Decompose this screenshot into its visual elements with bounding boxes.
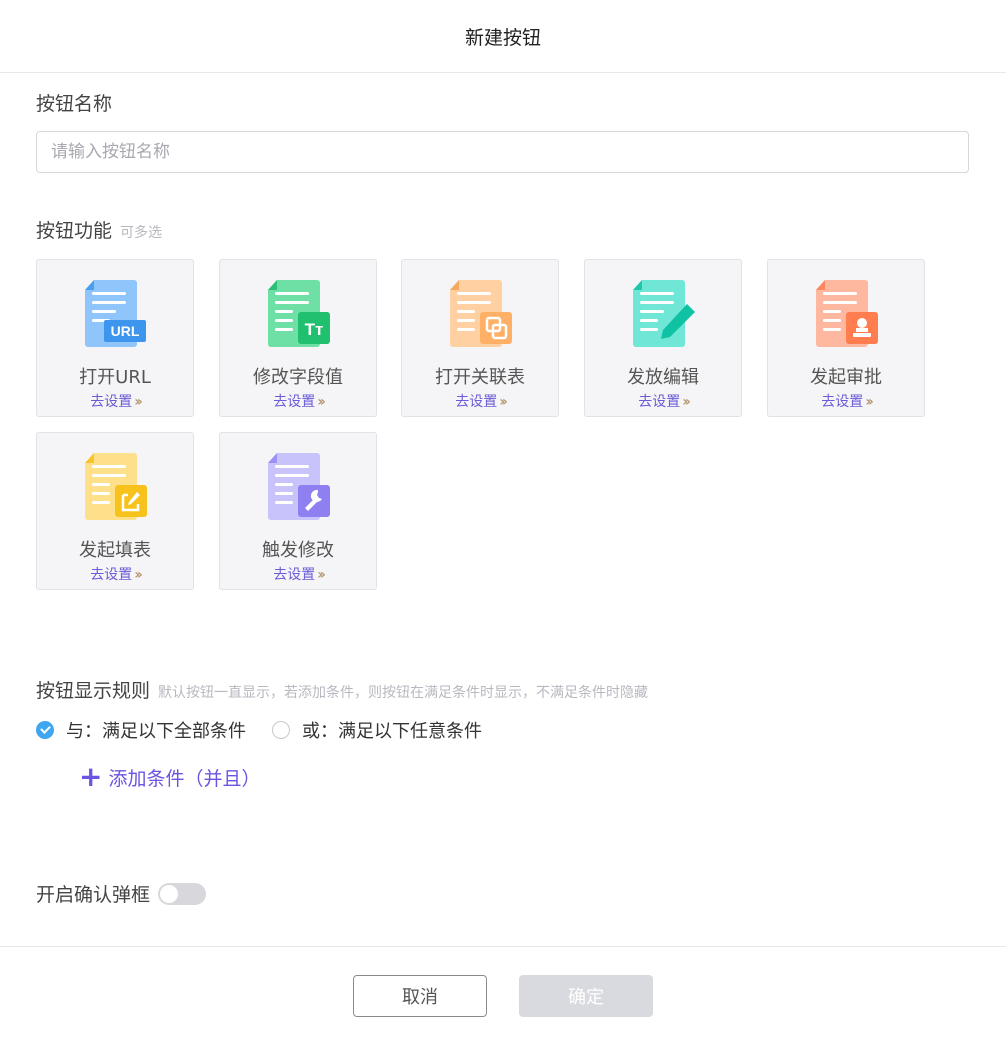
double-chevron-right-icon: ›› <box>134 394 142 410</box>
rule-mode-radio-group: 与：满足以下全部条件 或：满足以下任意条件 <box>36 717 482 743</box>
add-condition-button[interactable]: + 添加条件（并且） <box>79 763 260 791</box>
card-setup-link[interactable]: 去设置 ›› <box>220 391 376 411</box>
edit-pen-document-icon <box>633 280 695 347</box>
card-setup-link[interactable]: 去设置 ›› <box>768 391 924 411</box>
setup-text: 去设置 <box>273 567 316 583</box>
dialog-title: 新建按钮 <box>464 26 541 49</box>
button-function-title: 按钮功能 <box>36 220 113 242</box>
card-release-edit[interactable]: 发放编辑 去设置 ›› <box>584 259 742 417</box>
button-name-input[interactable] <box>36 131 969 173</box>
card-trigger-modify[interactable]: 触发修改 去设置 ›› <box>219 432 377 590</box>
card-setup-link[interactable]: 去设置 ›› <box>37 564 193 584</box>
radio-and-all[interactable] <box>36 721 54 739</box>
confirm-dialog-row: 开启确认弹框 <box>36 880 207 907</box>
dialog-header: 新建按钮 <box>0 0 1006 73</box>
dialog-footer: 取消 确定 <box>0 946 1006 1039</box>
card-title: 发起审批 <box>810 367 882 388</box>
toggle-knob <box>160 884 179 903</box>
radio-or-any[interactable] <box>272 721 290 739</box>
multi-select-hint: 可多选 <box>120 225 163 241</box>
setup-text: 去设置 <box>90 394 133 410</box>
approval-stamp-document-icon <box>816 280 878 347</box>
double-chevron-right-icon: ›› <box>134 567 142 583</box>
card-setup-link[interactable]: 去设置 ›› <box>220 564 376 584</box>
link-document-icon <box>450 280 512 347</box>
button-name-label: 按钮名称 <box>36 93 113 115</box>
display-rule-label: 按钮显示规则 默认按钮一直显示，若添加条件，则按钮在满足条件时显示，不满足条件时隐… <box>36 676 648 703</box>
double-chevron-right-icon: ›› <box>317 567 325 583</box>
confirm-dialog-toggle[interactable] <box>158 882 207 905</box>
display-rule-hint: 默认按钮一直显示，若添加条件，则按钮在满足条件时显示，不满足条件时隐藏 <box>158 685 649 701</box>
add-condition-label: 添加条件（并且） <box>108 767 261 790</box>
new-button-dialog: 新建按钮 按钮名称 按钮功能可多选 URL 打开URL 去设置›› <box>0 0 1006 1039</box>
card-title: 发起填表 <box>79 540 151 561</box>
plus-icon: + <box>79 760 103 793</box>
radio-and-all-label[interactable]: 与：满足以下全部条件 <box>66 717 246 743</box>
card-title: 触发修改 <box>262 540 334 561</box>
setup-text: 去设置 <box>90 567 133 583</box>
ok-button[interactable]: 确定 <box>519 975 653 1017</box>
double-chevron-right-icon: ›› <box>865 394 873 410</box>
svg-text:Tт: Tт <box>305 320 324 339</box>
card-title: 发放编辑 <box>627 367 699 388</box>
card-modify-field[interactable]: Tт 修改字段值 去设置 ›› <box>219 259 377 417</box>
card-start-approval[interactable]: 发起审批 去设置 ›› <box>767 259 925 417</box>
double-chevron-right-icon: ›› <box>499 394 507 410</box>
url-document-icon: URL <box>85 280 146 347</box>
text-field-document-icon: Tт <box>268 280 330 347</box>
setup-text: 去设置 <box>455 394 498 410</box>
card-start-form-fill[interactable]: 发起填表 去设置 ›› <box>36 432 194 590</box>
cancel-button[interactable]: 取消 <box>353 975 487 1017</box>
card-setup-link[interactable]: 去设置 ›› <box>402 391 558 411</box>
setup-text: 去设置 <box>821 394 864 410</box>
double-chevron-right-icon: ›› <box>317 394 325 410</box>
card-setup-link[interactable]: 去设置 ›› <box>585 391 741 411</box>
double-chevron-right-icon: ›› <box>682 394 690 410</box>
svg-text:URL: URL <box>111 323 140 339</box>
wrench-document-icon <box>268 453 330 520</box>
display-rule-title: 按钮显示规则 <box>36 680 151 702</box>
card-title: 打开URL <box>79 367 151 388</box>
setup-text: 去设置 <box>273 394 316 410</box>
setup-text: 去设置 <box>638 394 681 410</box>
card-title: 修改字段值 <box>253 367 343 388</box>
fill-form-document-icon <box>85 453 147 520</box>
card-open-url[interactable]: URL 打开URL 去设置 ›› <box>36 259 194 417</box>
card-setup-link[interactable]: 去设置 ›› <box>37 391 193 411</box>
card-open-linked-table[interactable]: 打开关联表 去设置 ›› <box>401 259 559 417</box>
button-function-label: 按钮功能 可多选 <box>36 216 162 243</box>
card-title: 打开关联表 <box>435 367 525 388</box>
confirm-dialog-label: 开启确认弹框 <box>36 884 151 906</box>
radio-or-any-label[interactable]: 或：满足以下任意条件 <box>302 717 482 743</box>
